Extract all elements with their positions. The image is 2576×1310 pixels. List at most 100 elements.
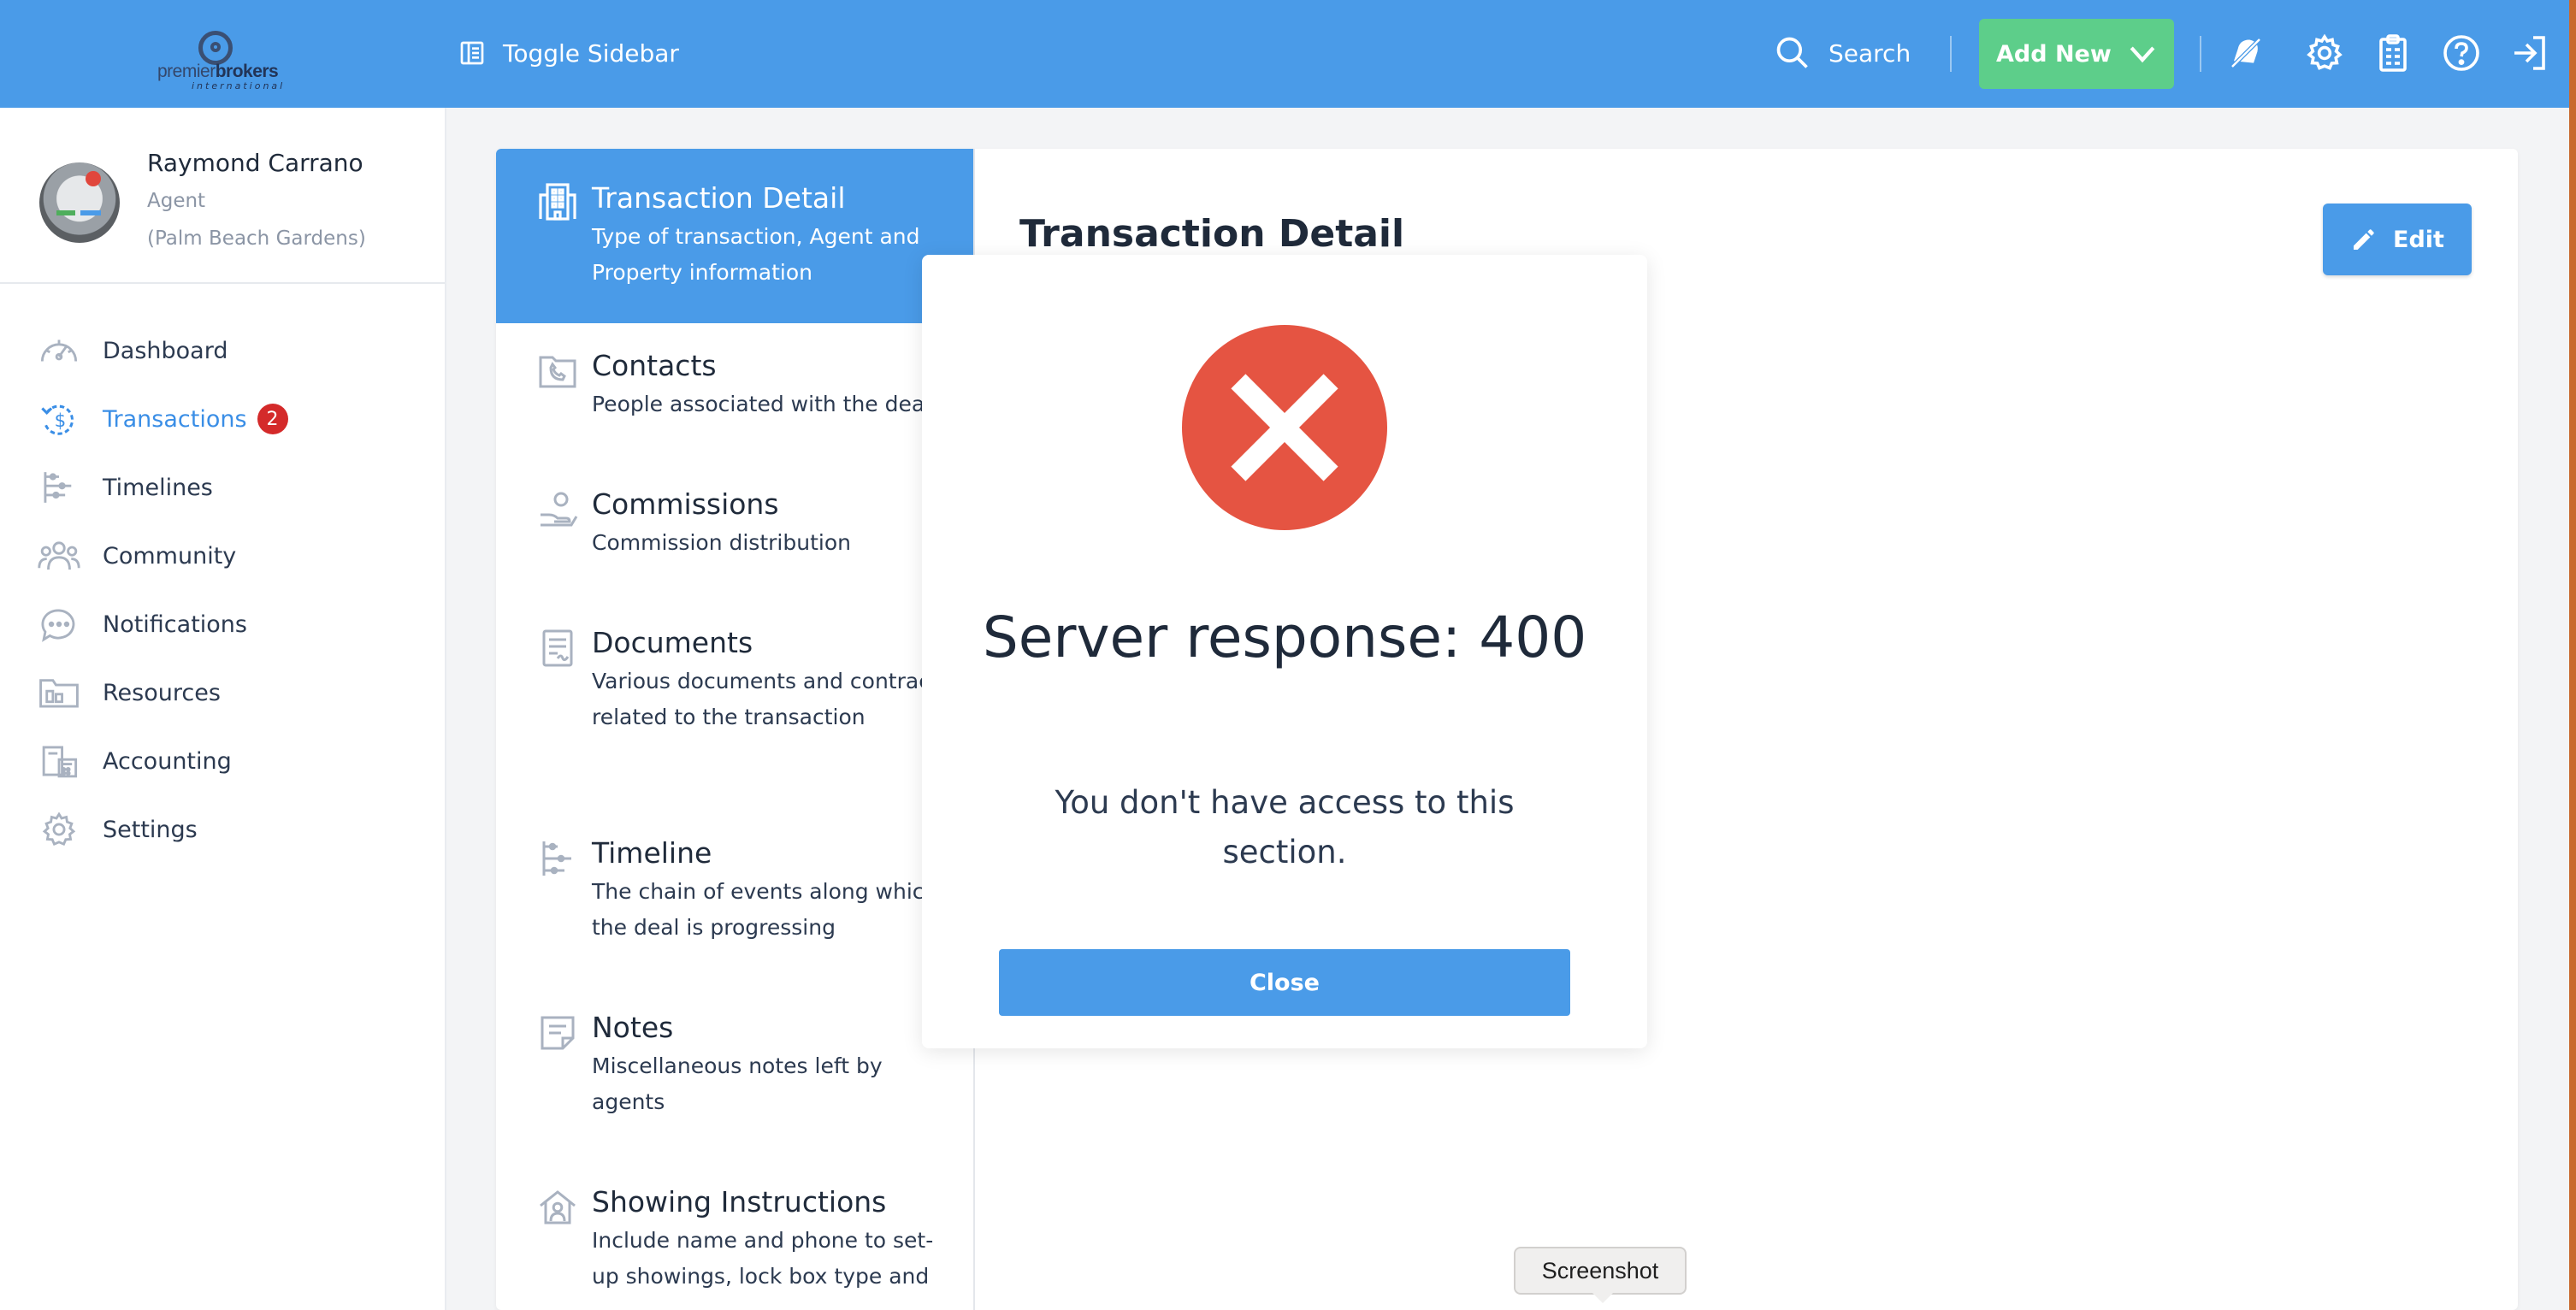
toggle-sidebar-button[interactable]: Toggle Sidebar	[458, 34, 679, 72]
logo-subtitle: international	[192, 80, 286, 91]
sidebar-item-community[interactable]: Community	[38, 522, 431, 590]
tab-description: Commission distribution	[592, 530, 851, 555]
note-icon	[541, 1016, 575, 1050]
dollar-cycle-icon: $	[41, 404, 74, 435]
tab-contacts[interactable]: Contacts People associated with the deal	[496, 337, 973, 457]
sidebar-item-transactions[interactable]: $ Transactions 2	[38, 385, 431, 453]
clipboard-icon	[2379, 34, 2407, 72]
tab-description: People associated with the deal	[592, 392, 931, 416]
sidebar-item-label: Dashboard	[103, 337, 228, 364]
sidebar-item-dashboard[interactable]: Dashboard	[38, 316, 431, 385]
sidebar-item-label: Timelines	[103, 474, 213, 501]
close-button[interactable]: Close	[999, 949, 1570, 1016]
tab-transaction-detail[interactable]: Transaction Detail Type of transaction, …	[496, 149, 973, 323]
edit-label: Edit	[2393, 226, 2444, 253]
tab-description: Include name and phone to set-up showing…	[592, 1228, 934, 1289]
building-icon	[539, 183, 576, 221]
dialog-title: Server response: 400	[982, 605, 1587, 670]
gear-icon	[42, 811, 76, 847]
avatar-detail	[80, 210, 101, 215]
edit-button[interactable]: Edit	[2323, 204, 2472, 275]
search-label: Search	[1829, 38, 1911, 68]
phone-book-icon	[539, 356, 576, 388]
gear-icon	[2307, 33, 2343, 70]
sidebar-item-label: Settings	[103, 816, 198, 843]
help-button[interactable]	[2441, 32, 2482, 74]
tab-title: Contacts	[592, 349, 717, 382]
tab-title: Commissions	[592, 487, 779, 521]
sidebar-item-timelines[interactable]: Timelines	[38, 453, 431, 522]
tab-documents[interactable]: Documents Various documents and contract…	[496, 614, 973, 802]
search-button[interactable]: Search	[1774, 32, 1911, 74]
speedometer-icon	[40, 339, 78, 362]
transactions-count-badge: 2	[257, 404, 288, 434]
notifications-off-button[interactable]	[2225, 32, 2266, 74]
pencil-icon	[2354, 229, 2374, 250]
toggle-sidebar-label: Toggle Sidebar	[503, 38, 679, 68]
timeline-icon	[542, 841, 571, 876]
tasks-button[interactable]	[2372, 32, 2414, 74]
tab-commissions[interactable]: Commissions Commission distribution	[496, 475, 973, 595]
people-icon	[38, 541, 80, 570]
search-icon	[1776, 37, 1808, 68]
timeline-icon	[44, 472, 72, 503]
calculator-icon	[42, 746, 78, 778]
document-icon	[542, 629, 573, 667]
chevron-down-icon	[2130, 46, 2155, 63]
logo-ring-icon	[198, 31, 233, 65]
sidebar-item-label: Accounting	[103, 747, 232, 775]
tab-title: Showing Instructions	[592, 1185, 887, 1219]
chat-bubble-icon	[41, 609, 75, 642]
avatar-detail	[56, 210, 75, 215]
sidebar-item-resources[interactable]: Resources	[38, 658, 431, 727]
hand-coin-icon	[541, 492, 578, 527]
logout-icon	[2514, 36, 2545, 70]
sidebar-divider	[0, 282, 445, 284]
tab-notes[interactable]: Notes Miscellaneous notes left by agents	[496, 999, 973, 1153]
page-title: Transaction Detail	[1019, 212, 1405, 256]
bell-off-icon	[2229, 36, 2263, 70]
sidebar-nav: Dashboard $ Transactions 2 Timelines Com…	[38, 316, 431, 864]
avatar[interactable]	[39, 162, 120, 243]
top-bar: premierbrokers international Toggle Side…	[0, 0, 2569, 108]
folder-icon	[39, 679, 79, 708]
sidebar-item-label: Transactions	[103, 405, 247, 433]
error-x-icon	[1182, 325, 1387, 530]
window-edge	[2569, 0, 2576, 1310]
tab-description: Type of transaction, Agent and Property …	[592, 224, 920, 285]
sidebar-item-settings[interactable]: Settings	[38, 795, 431, 864]
user-location: (Palm Beach Gardens)	[147, 227, 366, 250]
logo-wordmark: premierbrokers	[157, 62, 279, 81]
svg-text:$: $	[55, 410, 67, 432]
header-divider	[1950, 36, 1952, 72]
sidebar: Raymond Carrano Agent (Palm Beach Garden…	[0, 108, 446, 1310]
tab-title: Transaction Detail	[592, 181, 846, 215]
user-role: Agent	[147, 190, 206, 212]
error-dialog: Server response: 400 You don't have acce…	[922, 255, 1647, 1048]
transaction-tabs: Transaction Detail Type of transaction, …	[496, 149, 975, 1310]
brand-logo[interactable]: premierbrokers international	[157, 31, 294, 91]
dialog-message: You don't have access to this section.	[1055, 784, 1515, 870]
tab-timeline[interactable]: Timeline The chain of events along which…	[496, 824, 973, 978]
settings-button[interactable]	[2304, 32, 2345, 74]
sidebar-icon	[460, 41, 484, 65]
sidebar-item-label: Resources	[103, 679, 221, 706]
tab-description: Miscellaneous notes left by agents	[592, 1053, 883, 1114]
sidebar-item-label: Notifications	[103, 611, 247, 638]
header-divider	[2200, 36, 2201, 72]
tab-title: Documents	[592, 626, 753, 659]
user-name: Raymond Carrano	[147, 149, 363, 177]
sidebar-item-accounting[interactable]: Accounting	[38, 727, 431, 795]
add-new-button[interactable]: Add New	[1979, 19, 2174, 89]
add-new-label: Add New	[1996, 40, 2112, 68]
tab-description: Various documents and contracts related …	[592, 669, 950, 729]
tab-title: Timeline	[592, 836, 712, 870]
tab-description: The chain of events along which the deal…	[592, 879, 938, 940]
screenshot-tooltip: Screenshot	[1514, 1247, 1687, 1303]
logout-button[interactable]	[2509, 32, 2550, 74]
tab-showing-instructions[interactable]: Showing Instructions Include name and ph…	[496, 1173, 973, 1310]
help-icon	[2443, 35, 2479, 71]
tab-title: Notes	[592, 1011, 674, 1044]
sidebar-item-notifications[interactable]: Notifications	[38, 590, 431, 658]
sidebar-item-label: Community	[103, 542, 237, 569]
